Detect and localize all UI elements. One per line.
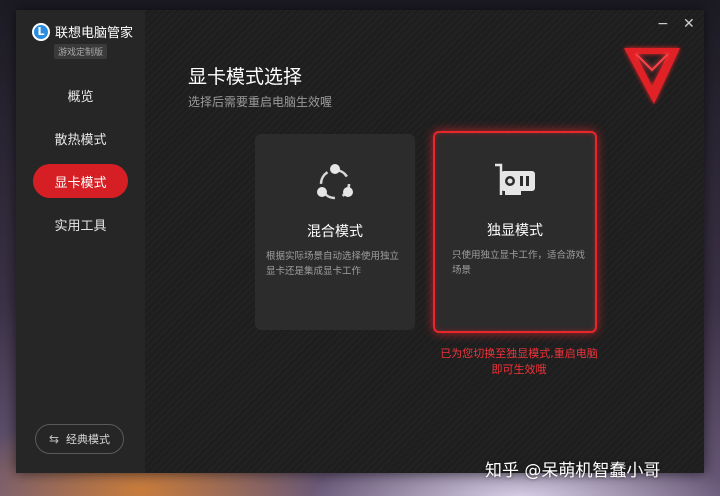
mixed-mode-card[interactable]: 混合模式 根据实际场景自动选择使用独立显卡还是集成显卡工作 [255,134,415,330]
app-window: L 联想电脑管家 游戏定制版 概览 散热模式 显卡模式 实用工具 ⇆ 经典模式 … [16,10,704,473]
restart-notice: 已为您切换至独显模式,重启电脑即可生效哦 [440,347,598,376]
classic-mode-button[interactable]: ⇆ 经典模式 [35,424,124,454]
watermark: 知乎 @呆萌机智蠢小哥 [485,461,661,481]
minimize-button[interactable]: − [657,16,669,32]
brand: L 联想电脑管家 [32,22,133,41]
main-panel: − ✕ 显卡模式选择 选择后需要重启电脑生效喔 混合模式 根据实际场景自动选择使 [145,10,704,473]
discrete-mode-card[interactable]: 独显模式 只使用独立显卡工作，适合游戏场景 [433,131,597,333]
sidebar-item-label: 散热模式 [54,132,107,148]
sidebar-item-label: 实用工具 [54,218,107,234]
card-title: 混合模式 [307,224,363,240]
card-description: 只使用独立显卡工作，适合游戏场景 [452,250,586,276]
legion-y-logo-icon [624,48,680,104]
card-title: 独显模式 [487,223,543,239]
swap-icon: ⇆ [48,432,60,446]
app-title: 联想电脑管家 [55,26,134,41]
sidebar-item-overview[interactable]: 概览 [33,78,128,112]
sidebar-item-label: 显卡模式 [54,175,107,191]
sidebar-item-gpu-mode[interactable]: 显卡模式 [33,164,128,198]
lenovo-logo-icon: L [32,22,50,41]
page-subtitle: 选择后需要重启电脑生效喔 [188,95,333,109]
share-nodes-icon [317,164,353,200]
classic-mode-label: 经典模式 [66,433,111,446]
page-title: 显卡模式选择 [188,66,303,88]
card-description: 根据实际场景自动选择使用独立显卡还是集成显卡工作 [266,251,400,277]
edition-badge: 游戏定制版 [54,44,108,59]
sidebar: L 联想电脑管家 游戏定制版 概览 散热模式 显卡模式 实用工具 ⇆ 经典模式 [16,10,145,473]
graphics-card-icon [495,163,535,195]
sidebar-item-cooling-mode[interactable]: 散热模式 [33,121,128,155]
sidebar-item-label: 概览 [67,89,94,105]
close-button[interactable]: ✕ [683,16,695,32]
sidebar-item-utilities[interactable]: 实用工具 [33,207,128,241]
